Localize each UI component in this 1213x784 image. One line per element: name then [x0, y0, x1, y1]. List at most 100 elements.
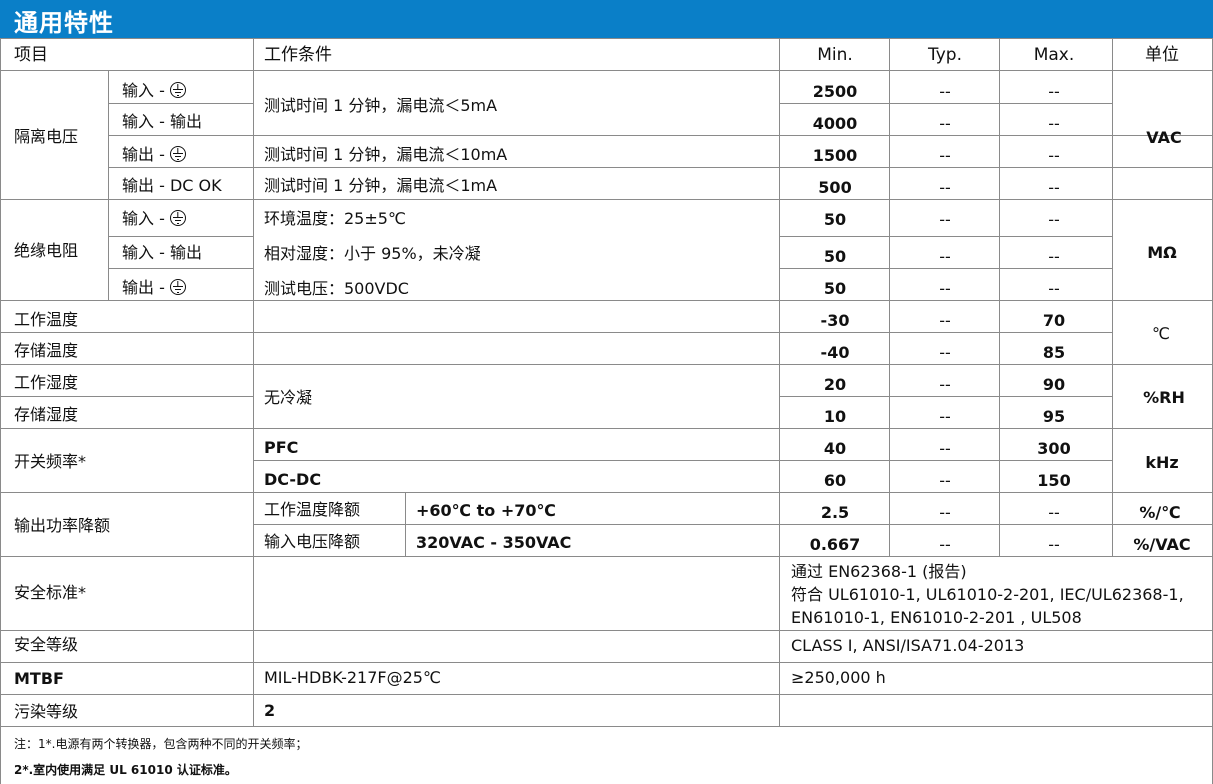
- frequency-cond-2: DC-DC: [264, 470, 322, 489]
- ground-icon: [169, 146, 186, 162]
- insulation-max-1: --: [1048, 210, 1060, 229]
- isolation-sub-4: 输出 - DC OK: [122, 176, 222, 195]
- humidity-label-1: 工作湿度: [14, 373, 79, 392]
- isolation-unit: VAC: [1146, 128, 1182, 147]
- safety-std-line-2: 符合 UL61010-1, UL61010-2-201, IEC/UL62368…: [791, 585, 1184, 604]
- frequency-unit: kHz: [1145, 453, 1179, 472]
- header-min: Min.: [817, 45, 853, 65]
- humidity-typ-2: --: [939, 407, 951, 426]
- isolation-cond-merged: 测试时间 1 分钟，漏电流＜5mA: [264, 96, 498, 115]
- isolation-label: 隔离电压: [14, 127, 79, 146]
- derating-cond-2: 输入电压降额: [264, 532, 361, 551]
- insulation-typ-2: --: [939, 247, 951, 266]
- frequency-max-2: 150: [1037, 471, 1071, 490]
- derating-min-1: 2.5: [820, 503, 850, 522]
- isolation-min-1: 2500: [812, 82, 858, 101]
- derating-range-2: 320VAC - 350VAC: [416, 533, 572, 552]
- frequency-cond-1: PFC: [264, 438, 299, 457]
- note-line-1: 注：1*.电源有两个转换器，包含两种不同的开关频率；: [14, 737, 308, 751]
- safety-class-label: 安全等级: [14, 635, 79, 654]
- temp-min-2: -40: [820, 343, 850, 362]
- humidity-label-2: 存储湿度: [14, 405, 79, 424]
- insulation-min-2: 50: [823, 247, 847, 266]
- isolation-max-3: --: [1048, 146, 1060, 165]
- frequency-typ-1: --: [939, 439, 951, 458]
- insulation-sub-1: 输入 -: [122, 210, 186, 228]
- note-line-2: 2*.室内使用满足 UL 61010 认证标准。: [14, 763, 237, 777]
- derating-max-1: --: [1048, 503, 1060, 522]
- frequency-typ-2: --: [939, 471, 951, 490]
- safety-std-line-3: EN61010-1, EN61010-2-201 , UL508: [791, 608, 1082, 627]
- isolation-max-4: --: [1048, 178, 1060, 197]
- humidity-min-2: 10: [823, 407, 847, 426]
- isolation-sub-3: 输出 -: [122, 146, 186, 164]
- frequency-min-1: 40: [823, 439, 847, 458]
- mtbf-cond: MIL-HDBK-217F@25℃: [264, 668, 441, 687]
- temp-typ-2: --: [939, 343, 951, 362]
- mtbf-value: ≥250,000 h: [791, 668, 886, 687]
- isolation-typ-1: --: [939, 82, 951, 101]
- temp-label-2: 存储温度: [14, 341, 79, 360]
- isolation-typ-3: --: [939, 146, 951, 165]
- derating-typ-1: --: [939, 503, 951, 522]
- isolation-max-1: --: [1048, 82, 1060, 101]
- derating-cond-1: 工作温度降额: [264, 500, 361, 519]
- insulation-max-2: --: [1048, 247, 1060, 266]
- insulation-label: 绝缘电阻: [14, 241, 79, 260]
- insulation-max-3: --: [1048, 279, 1060, 298]
- safety-std-label: 安全标准*: [14, 583, 87, 602]
- derating-min-2: 0.667: [809, 535, 861, 554]
- isolation-typ-4: --: [939, 178, 951, 197]
- insulation-sub-2: 输入 - 输出: [122, 243, 202, 262]
- isolation-sub-2: 输入 - 输出: [122, 112, 202, 131]
- isolation-cond-3: 测试时间 1 分钟，漏电流＜10mA: [264, 145, 508, 164]
- insulation-typ-1: --: [939, 210, 951, 229]
- isolation-max-2: --: [1048, 114, 1060, 133]
- humidity-max-2: 95: [1042, 407, 1066, 426]
- humidity-typ-1: --: [939, 375, 951, 394]
- header-typ: Typ.: [928, 45, 962, 65]
- insulation-typ-3: --: [939, 279, 951, 298]
- isolation-min-2: 4000: [812, 114, 858, 133]
- derating-unit-2: %/VAC: [1133, 535, 1191, 554]
- insulation-min-1: 50: [823, 210, 847, 229]
- section-title: 通用特性: [14, 9, 114, 37]
- derating-unit-1: %/℃: [1139, 503, 1181, 522]
- isolation-typ-2: --: [939, 114, 951, 133]
- temp-max-2: 85: [1042, 343, 1066, 362]
- humidity-cond: 无冷凝: [264, 388, 313, 407]
- temp-label-1: 工作温度: [14, 310, 79, 329]
- temp-max-1: 70: [1042, 311, 1066, 330]
- header-item: 项目: [14, 45, 48, 65]
- derating-label: 输出功率降额: [14, 516, 111, 535]
- ground-icon: [169, 82, 186, 98]
- insulation-cond-3: 测试电压：500VDC: [264, 279, 409, 298]
- frequency-max-1: 300: [1037, 439, 1071, 458]
- isolation-min-4: 500: [818, 178, 852, 197]
- humidity-unit: %RH: [1143, 388, 1185, 407]
- header-unit: 单位: [1145, 45, 1179, 65]
- temp-min-1: -30: [820, 311, 850, 330]
- derating-range-1: +60℃ to +70℃: [416, 501, 556, 520]
- safety-class-value: CLASS I, ANSI/ISA71.04-2013: [791, 636, 1025, 655]
- pollution-value: 2: [264, 701, 276, 720]
- header-condition: 工作条件: [264, 45, 332, 65]
- section-banner: 通用特性: [0, 0, 1213, 38]
- humidity-min-1: 20: [823, 375, 847, 394]
- insulation-cond-2: 相对湿度：小于 95%，未冷凝: [264, 244, 481, 263]
- insulation-cond-1: 环境温度：25±5℃: [264, 209, 406, 228]
- insulation-min-3: 50: [823, 279, 847, 298]
- isolation-cond-4: 测试时间 1 分钟，漏电流＜1mA: [264, 176, 498, 195]
- isolation-min-3: 1500: [812, 146, 858, 165]
- derating-typ-2: --: [939, 535, 951, 554]
- derating-max-2: --: [1048, 535, 1060, 554]
- insulation-sub-3: 输出 -: [122, 279, 186, 297]
- pollution-label: 污染等级: [14, 702, 79, 721]
- insulation-unit: MΩ: [1147, 243, 1177, 262]
- temp-typ-1: --: [939, 311, 951, 330]
- temp-unit: ℃: [1152, 324, 1170, 343]
- frequency-label: 开关频率*: [14, 452, 87, 471]
- spec-table: 项目 工作条件 Min. Typ. Max. 单位 隔离电压 输入 - 输入 -…: [0, 38, 1213, 784]
- ground-icon: [169, 279, 186, 295]
- mtbf-label: MTBF: [14, 669, 64, 688]
